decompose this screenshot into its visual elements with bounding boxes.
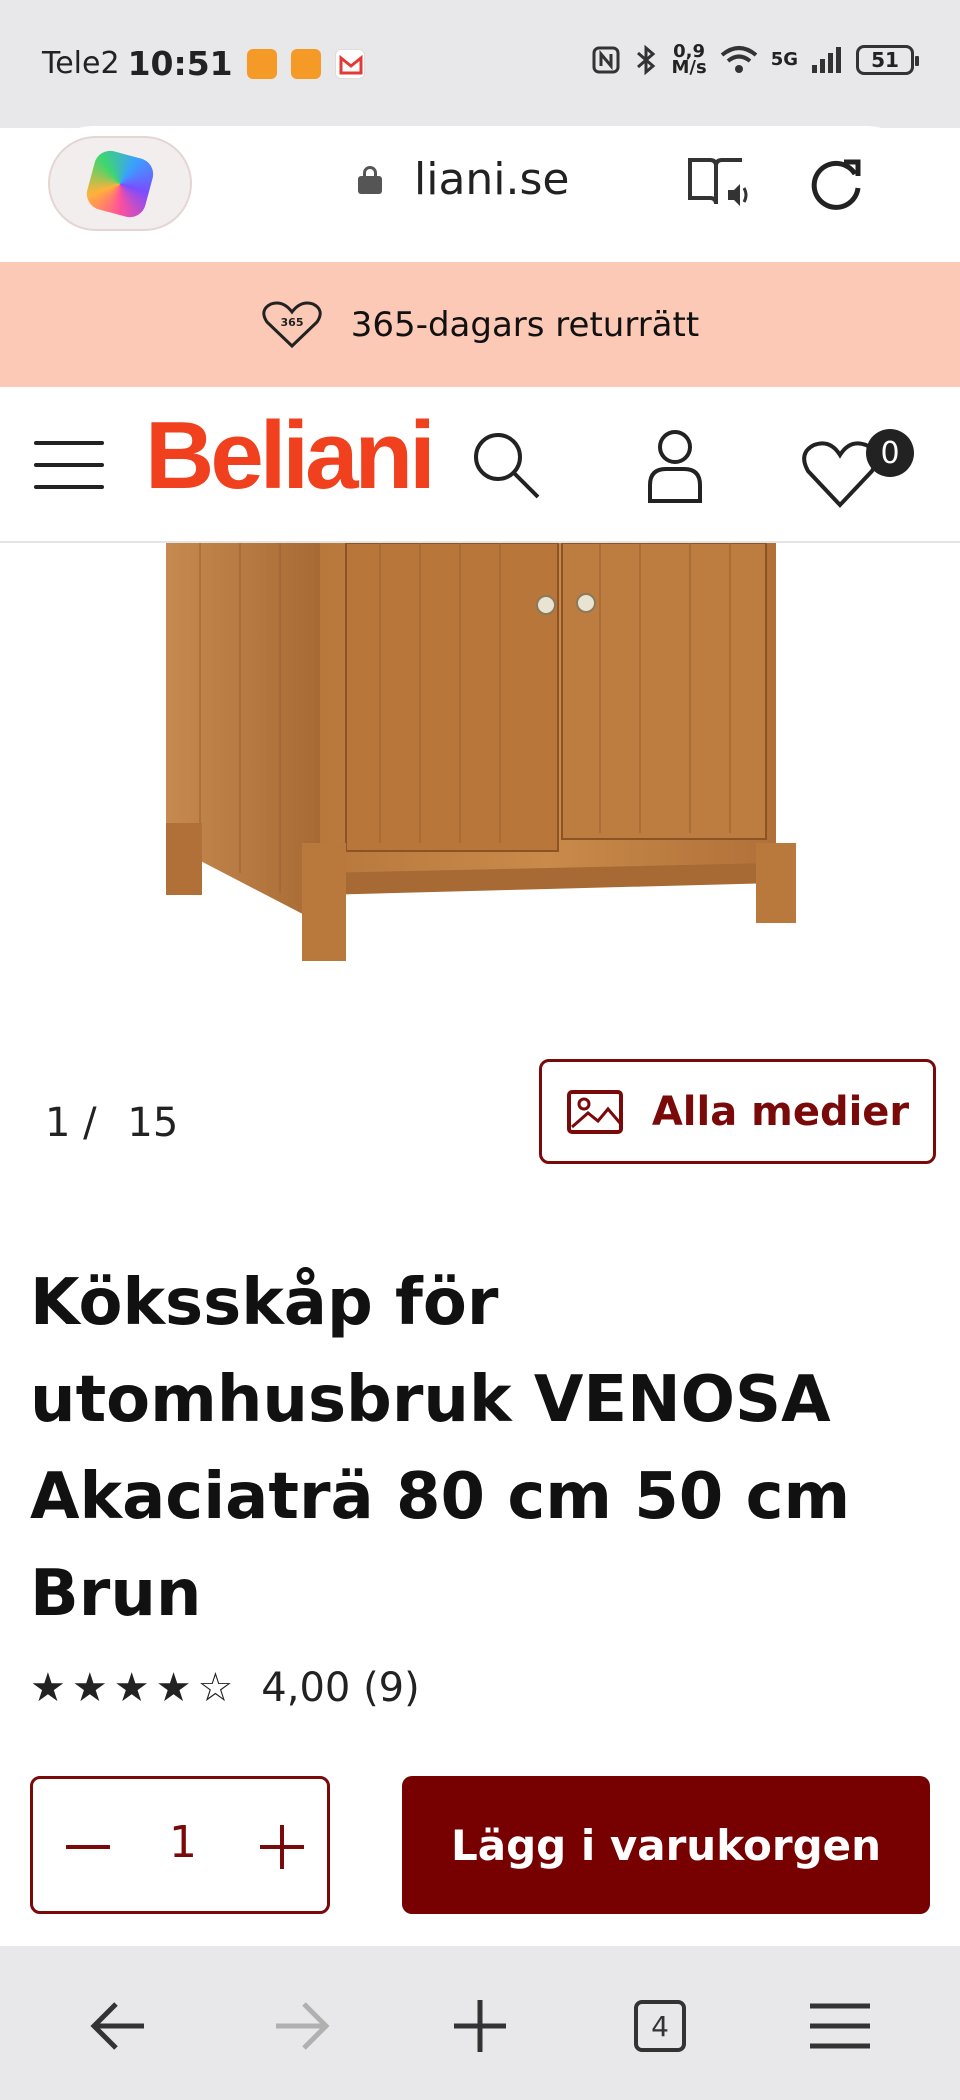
gallery-current: 1 [45,1100,71,1146]
clock: 10:51 [127,44,233,83]
gallery-separator: / [83,1100,97,1146]
gallery-counter: 1 / 15 [45,1100,178,1146]
image-icon [566,1089,623,1134]
status-left: Tele2 10:51 [42,44,365,83]
forward-arrow-icon[interactable] [260,1986,340,2066]
all-media-label: Alla medier [651,1088,910,1135]
star-empty-icon: ☆ [197,1665,234,1711]
quantity-value[interactable]: 1 [143,1817,223,1868]
return-policy-banner[interactable]: 365 365-dagars returrätt [0,262,960,387]
gmail-icon [334,48,365,79]
quantity-stepper: 1 [30,1776,330,1914]
signal-icon [812,47,841,73]
address-bar[interactable]: liani.se [36,126,924,241]
menu-icon[interactable] [34,441,104,491]
status-right: 0,9 M/s 5G 51 [591,43,919,78]
rating-text: 4,00 (9) [261,1665,420,1711]
plus-icon [260,1825,304,1869]
new-tab-plus-icon[interactable] [440,1986,520,2066]
battery-level: 51 [871,48,899,72]
search-icon[interactable] [468,427,544,503]
minus-icon [66,1845,110,1849]
notification-app-icon-2 [290,48,321,79]
carrier-name: Tele2 [42,46,120,81]
product-photo-cabinet [166,543,796,961]
site-logo[interactable]: Beliani [145,401,436,511]
add-to-cart-button[interactable]: Lägg i varukorgen [402,1776,930,1914]
gallery-total: 15 [127,1100,179,1146]
product-image[interactable] [0,543,960,983]
back-arrow-icon[interactable] [80,1986,160,2066]
copilot-button[interactable] [48,136,192,231]
data-rate: 0,9 M/s [671,43,707,78]
notification-app-icon [246,48,277,79]
decrease-quantity-button[interactable] [53,1809,123,1885]
product-rating[interactable]: ★ ★ ★ ★ ☆ 4,00 (9) [30,1665,420,1711]
reload-icon[interactable] [808,154,866,212]
return-policy-text: 365-dagars returrätt [350,304,700,345]
browser-toolbar: 4 [0,1946,960,2100]
network-type: 5G [770,49,798,70]
heart-badge-text: 365 [280,316,303,329]
wifi-icon [720,46,757,73]
product-title: Köksskåp för utomhusbruk VENOSA Akaciatr… [30,1266,851,1631]
account-icon[interactable] [640,425,710,505]
menu-icon-browser[interactable] [800,1986,880,2066]
url-text[interactable]: liani.se [414,154,570,205]
increase-quantity-button[interactable] [247,1809,317,1885]
read-aloud-icon[interactable] [686,154,748,210]
bluetooth-icon [637,44,656,76]
star-filled-icon: ★ [113,1665,150,1711]
star-filled-icon: ★ [71,1665,108,1711]
copilot-icon [83,146,157,221]
tabs-button[interactable]: 4 [634,2000,686,2052]
star-filled-icon: ★ [30,1665,66,1711]
wishlist-button[interactable]: 0 [800,425,914,515]
heart-365-icon: 365 [262,301,322,348]
status-bar: Tele2 10:51 0,9 M/s 5G 51 [0,0,960,128]
battery-icon: 51 [856,45,919,75]
data-rate-unit: M/s [671,57,707,78]
lock-icon[interactable] [358,166,382,194]
site-header: Beliani 0 [0,387,960,543]
nfc-icon [592,46,620,74]
all-media-button[interactable]: Alla medier [539,1059,936,1164]
wishlist-count-badge: 0 [866,429,914,477]
star-filled-icon: ★ [155,1665,192,1711]
